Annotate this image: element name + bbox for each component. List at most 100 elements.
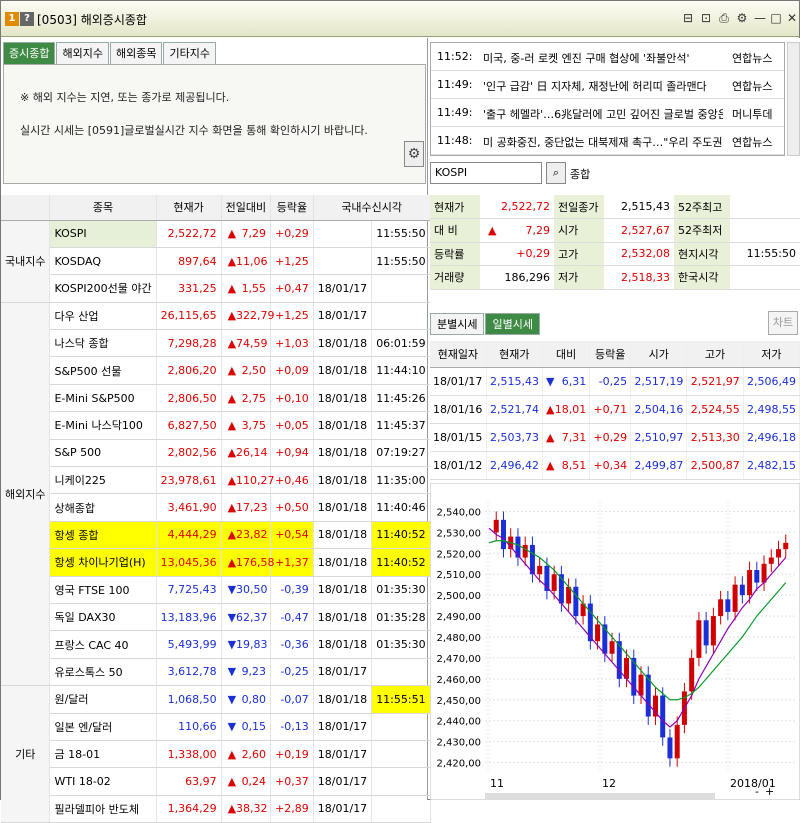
symbol-input[interactable]: KOSPI [430,162,542,184]
tab-overview[interactable]: 증시종합 [3,42,56,64]
table-row[interactable]: S&P 500 2,802,56 ▲ 26,14 +0,94 18/01/18 07:19:… [1,439,431,468]
screen-number-box[interactable]: 1 [5,12,19,26]
settings-icon[interactable]: ⚙ [735,10,749,26]
col-diff[interactable]: 전일대비 [221,195,272,221]
row-name: 원/달러 [49,685,157,714]
down-arrow-icon: ▼ [227,583,237,597]
row-name: 프랑스 CAC 40 [49,630,157,659]
row-date: 18/01/18 [313,548,373,577]
table-row[interactable]: 금 18-01 1,338,00 ▲ 2,60 +0,19 18/01/17 [1,740,431,769]
tab-foreign-index[interactable]: 해외지수 [56,42,109,64]
row-rate: -0,25 [270,658,314,687]
news-item[interactable]: 11:52: 미국, 중-러 로켓 엔진 구매 협상에 '좌불안석' 연합뉴스 [431,43,784,71]
tab-foreign-stock[interactable]: 해외종목 [109,42,163,64]
table-row[interactable]: 기타 원/달러 1,068,50 ▼ 0,80 -0,07 18/01/18 11:55:51 [1,685,431,823]
daily-price: 2,503,73 [486,423,543,452]
gear-icon[interactable]: ⚙ [404,141,424,167]
zoom-out-icon: - [755,785,759,798]
zoom-in-icon: + [765,785,774,798]
row-rate: -0,36 [270,630,314,659]
col-low[interactable]: 저가 [743,341,800,368]
close-icon[interactable]: ✕ [785,10,799,26]
table-row[interactable]: 나스닥 종합 7,298,28 ▲ 74,59 +1,03 18/01/18 06:01:5… [1,329,431,358]
table-row[interactable]: 독일 DAX30 13,183,96 ▼ 62,37 -0,47 18/01/18 01:3… [1,603,431,632]
table-row[interactable]: 항셍 종합 4,444,29 ▲ 23,82 +0,54 18/01/18 11:40:52 [1,521,431,550]
help-icon[interactable]: ? [20,12,34,26]
col-date[interactable]: 현재일자 [430,341,487,368]
quote-label: 전일종가 [554,195,604,219]
table-row[interactable]: 상해종합 3,461,90 ▲ 17,23 +0,50 18/01/18 11:40:46 [1,493,431,522]
candle-body [768,557,774,564]
save-icon[interactable]: ⊡ [699,10,713,26]
row-rate: +1,25 [270,247,314,276]
table-row[interactable]: 해외지수 다우 산업 26,115,65 ▲ 322,79 +1,25 18/01/17 [1,302,431,687]
table-row[interactable]: 프랑스 CAC 40 5,493,99 ▼ 19,83 -0,36 18/01/18 01:… [1,630,431,659]
table-row[interactable]: S&P500 선물 2,806,20 ▲ 2,50 +0,09 18/01/18 11:44… [1,356,431,385]
row-rate: +2,89 [270,795,314,823]
search-icon[interactable]: ⌕ [546,162,566,184]
row-time: 01:35:30 [371,576,431,604]
tab-minute-quote[interactable]: 분별시세 [430,313,485,335]
col-open[interactable]: 시가 [630,341,688,368]
down-arrow-icon: ▼ [227,720,237,734]
chart-button[interactable]: 차트 [768,311,798,335]
down-arrow-icon: ▼ [545,374,555,388]
table-row[interactable]: 영국 FTSE 100 7,725,43 ▼ 30,50 -0,39 18/01/18 01… [1,576,431,604]
quote-label: 한국시각 [674,265,730,290]
row-date: 18/01/18 [313,630,373,659]
up-arrow-icon: ▲ [227,528,237,542]
row-time: 11:45:26 [371,384,431,413]
table-row[interactable]: KOSDAQ 897,64 ▲ 11,06 +1,25 11:55:50 [1,247,431,276]
news-item[interactable]: 11:49: '출구 헤멜라'…6兆달러에 고민 깊어진 글로벌 중앙은행 머니투데 [431,99,784,127]
table-row[interactable]: 국내지수 KOSPI 2,522,72 ▲ 7,29 +0,29 11:55:50 [1,220,431,303]
tab-other-index[interactable]: 기타지수 [163,42,216,64]
row-price: 23,978,61 [156,466,222,495]
daily-rate: +0,71 [589,395,632,424]
table-row[interactable]: 항셍 차이나기업(H) 13,045,36 ▲ 176,58 +1,37 18/01/18… [1,548,431,577]
row-rate: +0,54 [270,521,314,550]
table-row[interactable]: KOSPI200선물 야간 331,25 ▲ 1,55 +0,47 18/01/17 [1,274,431,303]
col-name[interactable]: 종목 [49,195,157,221]
news-scrollbar[interactable] [787,42,800,156]
col-time[interactable]: 국내수신시각 [313,195,431,221]
col-diff[interactable]: 대비 [542,341,591,368]
row-diff: ▲ 1,55 [221,274,272,303]
news-item[interactable]: 11:49: '인구 급감' 日 지자체, 재정난에 허리띠 졸라맨다 연합뉴스 [431,71,784,99]
row-time [371,302,431,331]
table-row[interactable]: 18/01/17 2,515,43 ▼ 6,31 -0,25 2,517,19 2,521,… [430,367,800,396]
news-item[interactable]: 11:48: 미 공화중진, 중단없는 대북제재 촉구…"우리 주도권 연합뉴스 [431,127,784,155]
row-name: 금 18-01 [49,740,157,769]
table-row[interactable]: 18/01/12 2,496,42 ▲ 8,51 +0,34 2,499,87 2,500,… [430,451,800,480]
quote-label: 고가 [554,242,604,266]
row-rate: +0,47 [270,274,314,303]
daily-date: 18/01/16 [430,395,487,424]
row-rate: +0,05 [270,411,314,440]
col-rate[interactable]: 등락율 [270,195,314,221]
table-row[interactable]: 18/01/15 2,503,73 ▲ 7,31 +0,29 2,510,97 2,513,… [430,423,800,452]
print-icon[interactable]: ⎙ [717,10,731,26]
row-date: 18/01/18 [313,576,373,604]
table-row[interactable]: 니케이225 23,978,61 ▲ 110,27 +0,46 18/01/18 11:35… [1,466,431,495]
minimize-icon[interactable]: — [753,10,767,26]
row-name: KOSPI [49,220,157,248]
row-name: 다우 산업 [49,302,157,331]
table-row[interactable]: 필라델피아 반도체 1,364,29 ▲ 38,32 +2,89 18/01/17 [1,795,431,823]
col-price[interactable]: 현재가 [156,195,222,221]
tab-daily-quote[interactable]: 일별시세 [485,313,540,335]
table-row[interactable]: WTI 18-02 63,97 ▲ 0,24 +0,37 18/01/17 [1,767,431,796]
daily-date: 18/01/15 [430,423,487,452]
candle-body [732,584,738,612]
link-icon[interactable]: ⊟ [681,10,695,26]
col-rate[interactable]: 등락율 [589,341,632,368]
row-date: 18/01/17 [313,302,373,331]
col-high[interactable]: 고가 [686,341,744,368]
table-row[interactable]: 18/01/16 2,521,74 ▲ 18,01 +0,71 2,504,16 2,524… [430,395,800,424]
table-row[interactable]: 일본 엔/달러 110,66 ▼ 0,15 -0,13 18/01/17 [1,713,431,741]
col-price[interactable]: 현재가 [486,341,543,368]
table-row[interactable]: 유로스톡스 50 3,612,78 ▼ 9,23 -0,25 18/01/17 [1,658,431,687]
maximize-icon[interactable]: □ [769,10,783,26]
table-row[interactable]: E-Mini S&P500 2,806,50 ▲ 2,75 +0,10 18/01/18 1… [1,384,431,413]
price-chart[interactable]: 2,540,00 2,530,00 2,520,00 2,510,00 2,500,00… [430,483,800,800]
table-row[interactable]: E-Mini 나스닥100 6,827,50 ▲ 3,75 +0,05 18/01/18 1… [1,411,431,440]
row-name: 니케이225 [49,466,157,495]
